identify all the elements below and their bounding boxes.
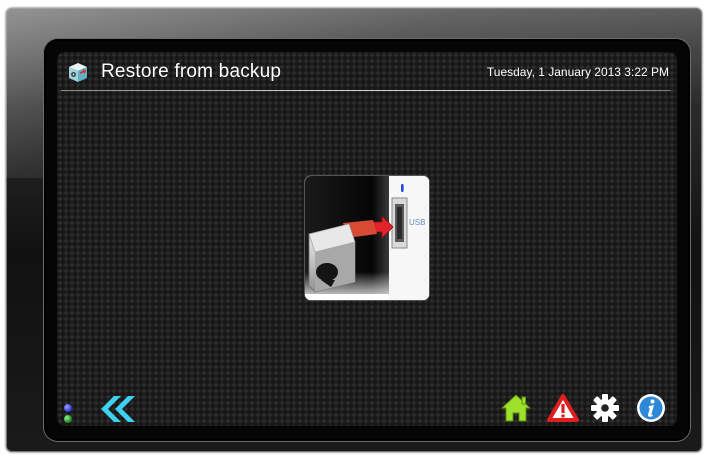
double-chevron-left-icon (101, 396, 135, 422)
info-button[interactable] (635, 392, 667, 424)
title-divider (61, 90, 671, 91)
device-bezel: Restore from backup Tuesday, 1 January 2… (6, 8, 702, 452)
usb-insert-illustration: USB (305, 176, 429, 300)
warning-icon (547, 394, 579, 422)
usb-port-label: USB (409, 218, 425, 227)
status-led-blue (64, 404, 72, 412)
gear-icon (591, 394, 619, 422)
status-led-green (64, 415, 72, 423)
back-button[interactable] (97, 394, 135, 424)
title-bar: Restore from backup Tuesday, 1 January 2… (57, 52, 677, 89)
settings-button[interactable] (589, 392, 621, 424)
home-icon (500, 394, 532, 422)
page-title: Restore from backup (101, 61, 282, 82)
bottom-toolbar (57, 386, 677, 426)
date-time-display: Tuesday, 1 January 2013 3:22 PM (486, 65, 669, 79)
touch-screen: Restore from backup Tuesday, 1 January 2… (57, 52, 677, 426)
screen-frame: Restore from backup Tuesday, 1 January 2… (44, 39, 690, 441)
home-button[interactable] (500, 392, 532, 424)
backup-box-icon (69, 63, 87, 82)
alerts-button[interactable] (547, 392, 579, 424)
info-icon (637, 394, 665, 422)
